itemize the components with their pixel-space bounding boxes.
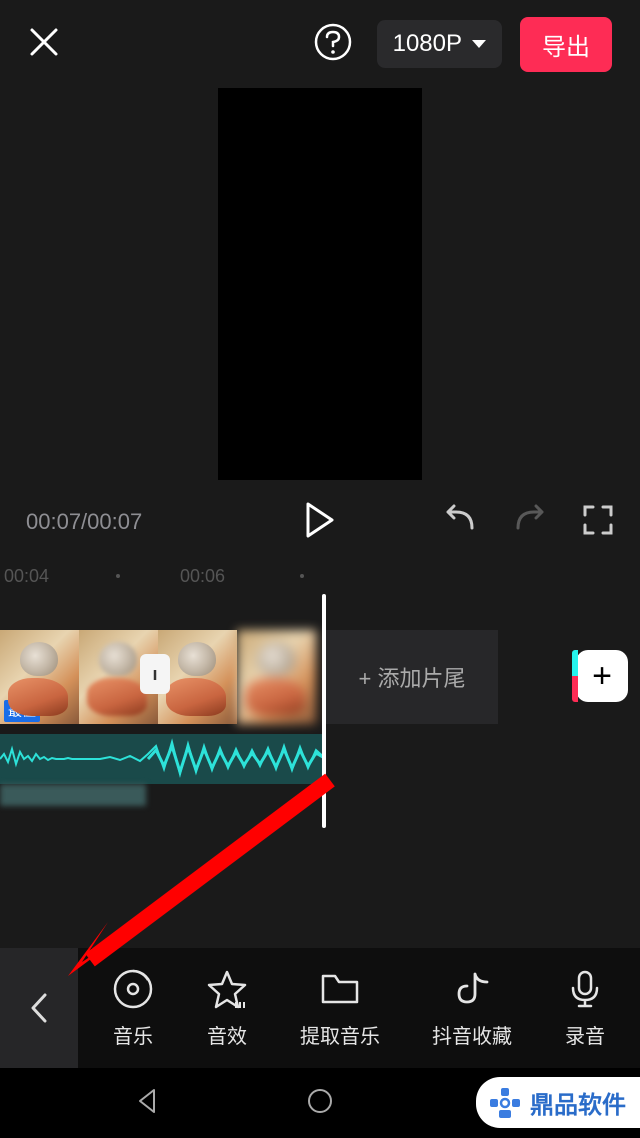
folder-icon	[319, 968, 361, 1010]
music-disc-icon	[112, 968, 154, 1010]
watermark-logo-icon	[488, 1086, 522, 1120]
watermark-text: 鼎品软件	[530, 1085, 626, 1120]
music-button[interactable]: 音乐	[112, 968, 154, 1049]
preview-area	[0, 88, 640, 498]
playhead[interactable]	[322, 594, 326, 828]
sound-effect-button[interactable]: 音效	[206, 968, 248, 1049]
preview-canvas[interactable]	[218, 88, 422, 480]
time-display: 00:07/00:07	[26, 509, 142, 535]
export-button[interactable]: 导出	[520, 17, 612, 72]
extract-music-button[interactable]: 提取音乐	[300, 968, 380, 1049]
toolbar-back-button[interactable]	[0, 948, 78, 1068]
record-button[interactable]: 录音	[564, 968, 606, 1049]
resolution-select[interactable]: 1080P	[377, 20, 502, 68]
video-clip[interactable]	[158, 630, 316, 724]
transition-button[interactable]: ı	[140, 654, 170, 694]
watermark: 鼎品软件	[476, 1077, 640, 1128]
douyin-icon	[451, 968, 493, 1010]
play-button[interactable]	[304, 502, 336, 543]
help-button[interactable]	[313, 22, 353, 67]
ruler-label: 00:04	[4, 566, 49, 587]
douyin-favorites-button[interactable]: 抖音收藏	[432, 968, 512, 1049]
redo-button[interactable]	[512, 504, 548, 541]
add-clip-button[interactable]: +	[576, 650, 628, 702]
fullscreen-button[interactable]	[582, 504, 614, 541]
add-ending-button[interactable]: + 添加片尾	[326, 630, 498, 724]
tiktok-accent-icon	[572, 650, 578, 702]
chevron-down-icon	[472, 40, 486, 48]
nav-home-button[interactable]	[305, 1086, 335, 1121]
timeline-ruler[interactable]: 00:04 00:06	[0, 558, 640, 594]
ruler-label: 00:06	[180, 566, 225, 587]
timeline[interactable]: 最佳 ı + 添加片尾 +	[0, 594, 640, 934]
resolution-label: 1080P	[393, 30, 462, 58]
undo-button[interactable]	[442, 504, 478, 541]
close-button[interactable]	[28, 26, 60, 63]
nav-back-button[interactable]	[132, 1086, 162, 1121]
audio-label	[0, 784, 146, 806]
video-clip[interactable]: 最佳	[0, 630, 158, 724]
audio-track[interactable]	[0, 734, 326, 784]
audio-toolbar: 音乐 音效 提取音乐 抖音收藏 录音	[0, 948, 640, 1068]
microphone-icon	[564, 968, 606, 1010]
star-effect-icon	[206, 968, 248, 1010]
